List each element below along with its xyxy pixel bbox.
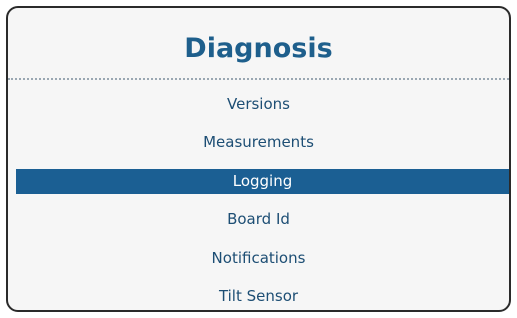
title-divider (8, 78, 509, 80)
menu-item-logging[interactable]: Logging (16, 168, 509, 194)
panel-title: Diagnosis (184, 33, 333, 64)
menu-item-versions[interactable]: Versions (8, 92, 509, 117)
diagnosis-menu: Versions Measurements Logging Board Id N… (8, 92, 509, 310)
diagnosis-panel: Diagnosis Versions Measurements Logging … (6, 6, 511, 312)
menu-item-board-id[interactable]: Board Id (8, 207, 509, 232)
menu-item-measurements[interactable]: Measurements (8, 130, 509, 155)
menu-item-notifications[interactable]: Notifications (8, 246, 509, 271)
menu-item-tilt-sensor[interactable]: Tilt Sensor (8, 284, 509, 309)
